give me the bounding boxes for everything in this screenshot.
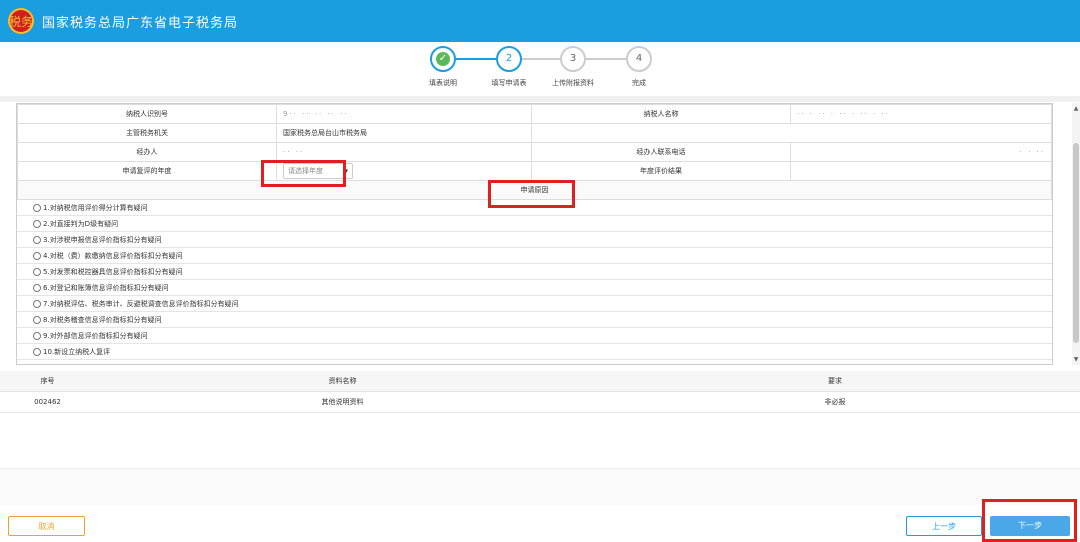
taxpayer-id-label: 纳税人识别号 — [17, 104, 277, 124]
scroll-thumb[interactable] — [1073, 143, 1079, 343]
agent-value: ·· ·· — [276, 142, 532, 162]
radio-icon[interactable] — [33, 203, 41, 212]
reason-option-10[interactable]: 10.新设立纳税人复评 — [17, 344, 1052, 360]
row-no: 002462 — [34, 398, 61, 406]
step-label-2: 填写申请表 — [491, 79, 527, 87]
radio-icon[interactable] — [33, 235, 41, 244]
radio-icon[interactable] — [33, 283, 41, 292]
radio-icon[interactable] — [33, 219, 41, 228]
footer-separator — [0, 468, 1080, 505]
result-label: 年度评价结果 — [531, 161, 791, 181]
attachments-table: 序号 资料名称 要求 002462 其他说明资料 非必报 — [0, 371, 1080, 413]
progress-steps: ✓ 2 3 4 填表说明 填写申请表 上传附报资料 完成 — [0, 46, 1080, 94]
result-value — [790, 161, 1052, 181]
step-2: 2 — [496, 46, 522, 72]
step-1: ✓ — [430, 46, 456, 72]
radio-icon[interactable] — [33, 315, 41, 324]
reason-option-5[interactable]: 5.对发票和税控器具信息评价指标扣分有疑问 — [17, 264, 1052, 280]
radio-icon[interactable] — [33, 347, 41, 356]
col-no: 序号 — [40, 377, 55, 385]
reason-option-3[interactable]: 3.对涉税申报信息评价指标扣分有疑问 — [17, 232, 1052, 248]
taxpayer-id-value: 9·· ·· ·· ·· ·· — [276, 104, 532, 124]
reason-option-9[interactable]: 9.对外部信息评价指标扣分有疑问 — [17, 328, 1052, 344]
step-connector — [456, 58, 496, 60]
step-label-1: 填表说明 — [429, 79, 457, 87]
authority-label: 主管税务机关 — [17, 123, 277, 143]
divider — [0, 96, 1080, 102]
scroll-up-icon[interactable]: ▲ — [1072, 105, 1080, 112]
reason-option-4[interactable]: 4.对税（费）款缴纳信息评价指标扣分有疑问 — [17, 248, 1052, 264]
application-form: 纳税人识别号 9·· ·· ·· ·· ·· 纳税人名称 ·· · ·· · ·… — [16, 103, 1053, 365]
year-label: 申请复评的年度 — [17, 161, 277, 181]
taxpayer-name-label: 纳税人名称 — [531, 104, 791, 124]
highlight-next-button — [982, 499, 1077, 542]
highlight-year-select — [261, 160, 346, 187]
reason-option-2[interactable]: 2.对直接判为D级有疑问 — [17, 216, 1052, 232]
step-connector — [586, 58, 626, 60]
check-icon: ✓ — [436, 52, 450, 66]
reason-list: 1.对纳税信用评价得分计算有疑问 2.对直接判为D级有疑问 3.对涉税申报信息评… — [17, 200, 1052, 360]
radio-icon[interactable] — [33, 331, 41, 340]
reason-option-6[interactable]: 6.对登记和账簿信息评价指标扣分有疑问 — [17, 280, 1052, 296]
radio-icon[interactable] — [33, 299, 41, 308]
app-header: 税务 国家税务总局广东省电子税务局 — [0, 0, 1080, 42]
step-4: 4 — [626, 46, 652, 72]
agent-label: 经办人 — [17, 142, 277, 162]
row-name: 其他说明资料 — [321, 398, 364, 406]
prev-button[interactable]: 上一步 — [906, 516, 982, 536]
highlight-reason-header — [488, 180, 575, 208]
agent-phone-label: 经办人联系电话 — [531, 142, 791, 162]
step-label-3: 上传附报资料 — [552, 79, 594, 87]
step-label-4: 完成 — [632, 79, 646, 87]
table-row[interactable]: 002462 其他说明资料 非必报 — [0, 392, 1080, 413]
app-title: 国家税务总局广东省电子税务局 — [42, 15, 239, 31]
row-requirement: 非必报 — [824, 398, 846, 406]
authority-value: 国家税务总局台山市税务局 — [276, 123, 532, 143]
reason-option-7[interactable]: 7.对纳税评估、税务审计、反避税调查信息评价指标扣分有疑问 — [17, 296, 1052, 312]
scroll-down-icon[interactable]: ▼ — [1072, 356, 1080, 363]
tax-logo-icon: 税务 — [8, 8, 34, 34]
col-requirement: 要求 — [828, 377, 842, 385]
step-connector — [522, 58, 560, 60]
empty-cell — [531, 123, 1052, 143]
radio-icon[interactable] — [33, 251, 41, 260]
radio-icon[interactable] — [33, 267, 41, 276]
step-3: 3 — [560, 46, 586, 72]
cancel-button[interactable]: 取消 — [8, 516, 85, 536]
reason-option-8[interactable]: 8.对税务稽查信息评价指标扣分有疑问 — [17, 312, 1052, 328]
agent-phone-value: · · ·· — [790, 142, 1052, 162]
col-name: 资料名称 — [328, 377, 357, 385]
taxpayer-name-value: ·· · ·· · ·· · ·· · ·· — [790, 104, 1052, 124]
table-header: 序号 资料名称 要求 — [0, 371, 1080, 392]
form-scrollbar[interactable]: ▲ ▼ — [1072, 103, 1080, 365]
